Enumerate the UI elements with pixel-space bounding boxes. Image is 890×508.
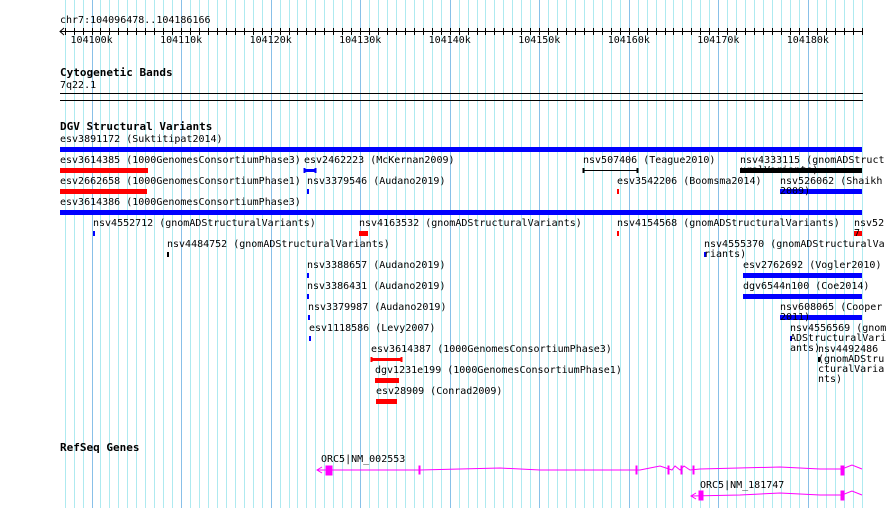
exon bbox=[680, 465, 683, 475]
exon bbox=[840, 490, 845, 501]
exon bbox=[667, 465, 670, 475]
exon bbox=[698, 490, 704, 501]
exon bbox=[325, 465, 333, 476]
refseq-genes-svg bbox=[316, 464, 863, 501]
exon bbox=[692, 465, 695, 475]
intron-line bbox=[690, 490, 863, 497]
exon bbox=[418, 465, 421, 475]
exon bbox=[635, 465, 638, 475]
transcript-nm-002553[interactable] bbox=[316, 464, 863, 476]
intron-line bbox=[317, 464, 863, 471]
transcript-nm-181747[interactable] bbox=[690, 490, 863, 501]
exon bbox=[840, 465, 845, 476]
